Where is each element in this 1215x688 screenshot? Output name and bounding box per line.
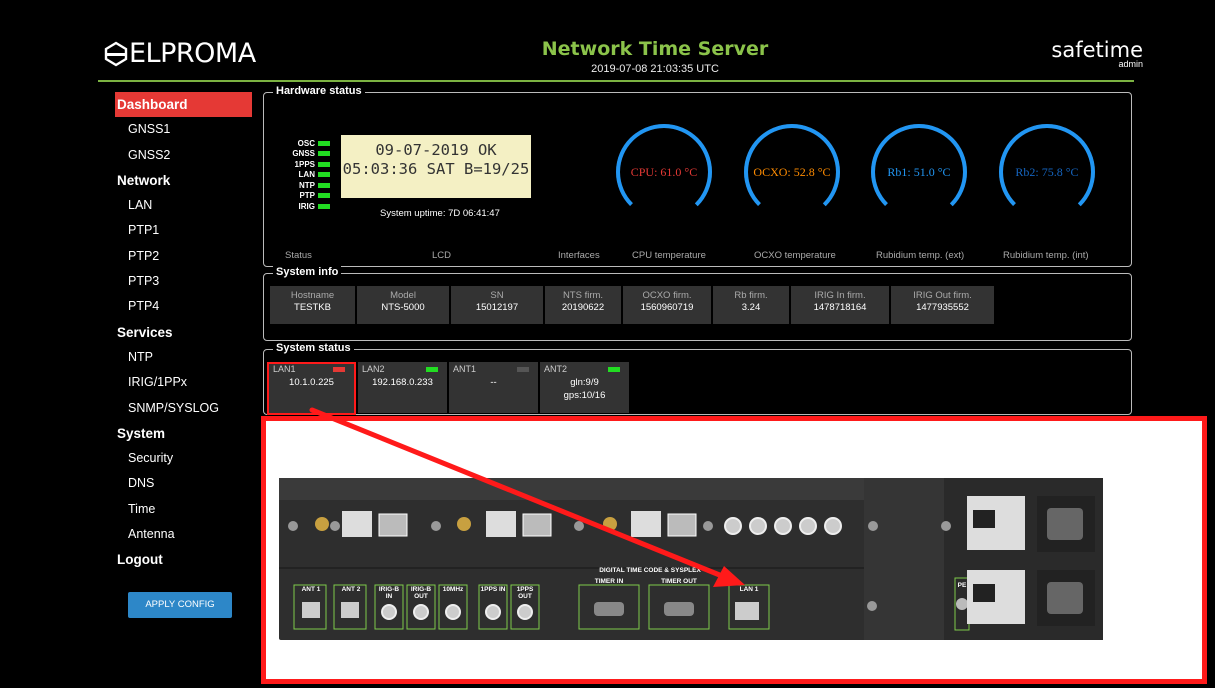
annotation-arrow (309, 407, 745, 587)
screen: ELPROMA Network Time Server 2019-07-08 2… (0, 0, 1215, 688)
